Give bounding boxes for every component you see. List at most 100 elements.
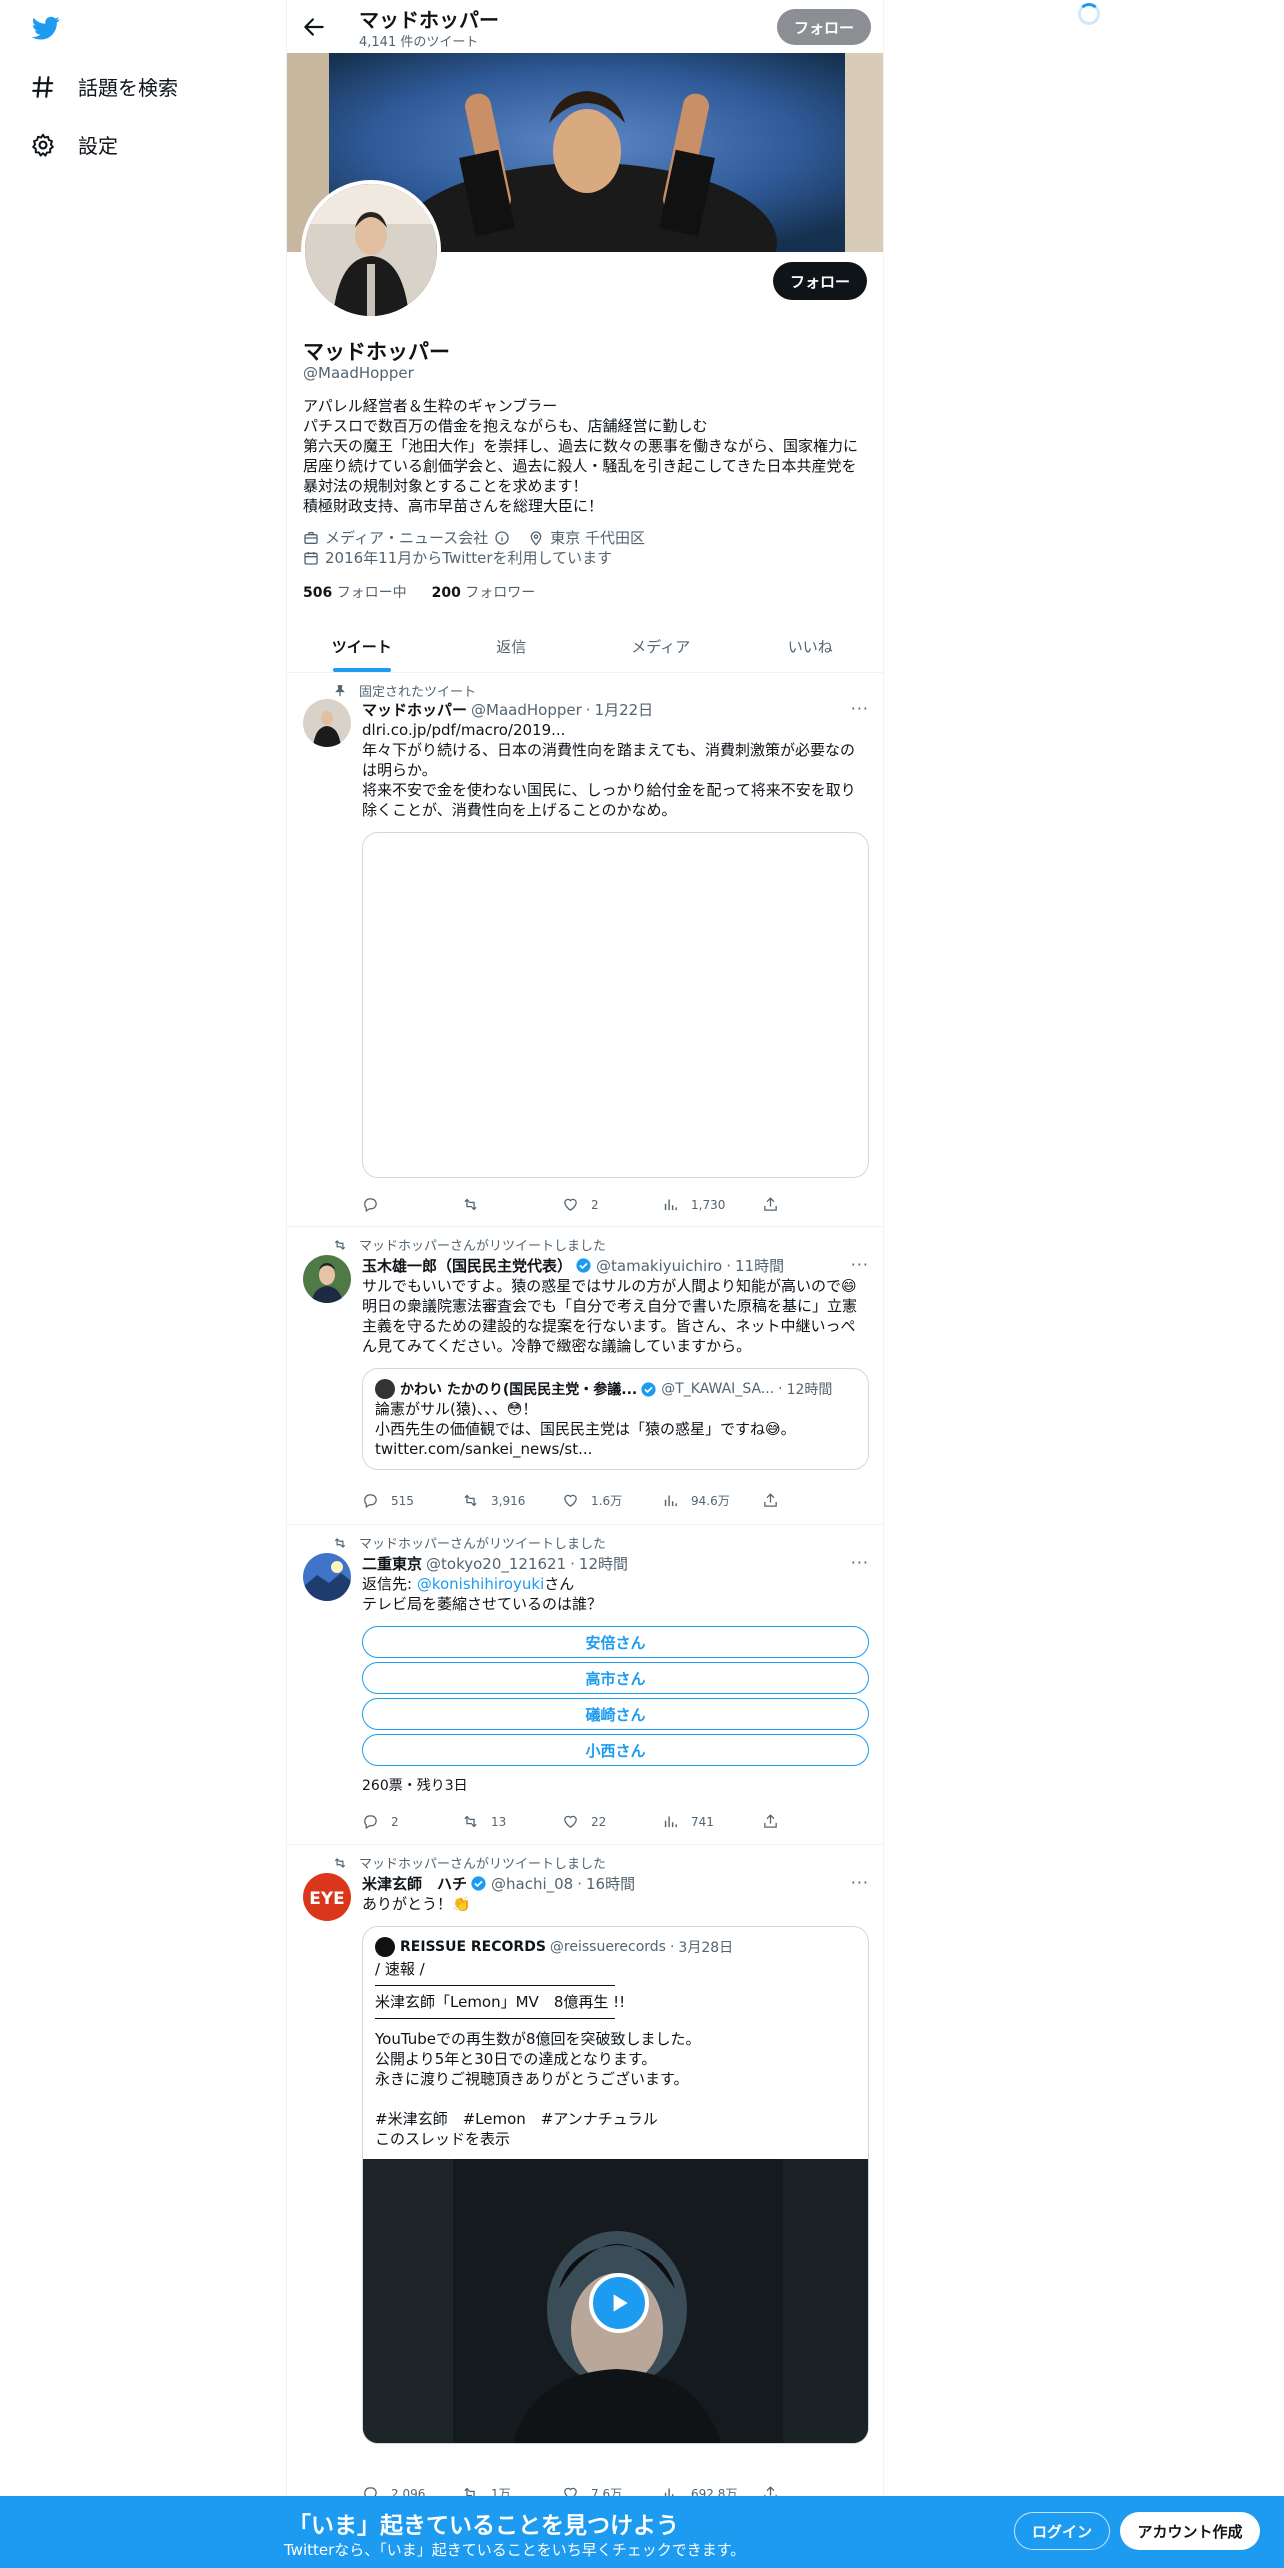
tab-media[interactable]: メディア bbox=[586, 620, 736, 672]
left-nav: 話題を検索 設定 bbox=[0, 0, 286, 2568]
create-account-button[interactable]: アカウント作成 bbox=[1120, 2512, 1260, 2550]
tweet-pinned[interactable]: 固定されたツイート マッドホッパー @MaadHopper · 1月22日 dl… bbox=[287, 673, 883, 1227]
tweet-avatar[interactable] bbox=[303, 1255, 351, 1303]
reply-button[interactable] bbox=[362, 1196, 462, 1213]
retweet-button[interactable] bbox=[462, 1196, 562, 1213]
svg-text:EYE: EYE bbox=[309, 1889, 345, 1909]
tweet-author-handle[interactable]: @MaadHopper bbox=[471, 701, 582, 719]
quote-author-name: REISSUE RECORDS bbox=[400, 1939, 546, 1955]
tweet-header: 米津玄師 ハチ @hachi_08 · 16時間 bbox=[362, 1873, 636, 1894]
more-options-icon[interactable]: ··· bbox=[851, 1553, 869, 1572]
views-chart-icon bbox=[664, 1199, 677, 1211]
retweet-icon bbox=[464, 1494, 477, 1507]
tweet-text-line: 除くことが、消費性向を上げることのかなめ。 bbox=[362, 801, 677, 819]
like-button[interactable]: 22 bbox=[562, 1813, 662, 1830]
tweet-author-handle[interactable]: @hachi_08 bbox=[491, 1875, 573, 1893]
tweet-time[interactable]: 12時間 bbox=[579, 1553, 628, 1574]
quote-author-handle: @reissuerecords bbox=[549, 1939, 666, 1955]
share-button[interactable] bbox=[762, 1813, 792, 1830]
poll: 安倍さん 高市さん 礒崎さん 小西さん bbox=[362, 1626, 869, 1766]
follow-button[interactable]: フォロー bbox=[773, 262, 867, 300]
tweet-header: 玉木雄一郎（国民民主党代表） @tamakiyuichiro · 11時間 bbox=[362, 1255, 785, 1276]
verified-badge-icon bbox=[641, 1381, 656, 1397]
pin-icon bbox=[335, 684, 345, 696]
quote-text-line: 論憲がサル(猿)、、、😳！ bbox=[375, 1400, 538, 1418]
share-button[interactable] bbox=[762, 1196, 792, 1213]
poll-option[interactable]: 礒崎さん bbox=[362, 1698, 869, 1730]
tweet-avatar[interactable] bbox=[303, 699, 351, 747]
header-follow-button[interactable]: フォロー bbox=[777, 9, 871, 45]
tweet-link[interactable]: dlri.co.jp/pdf/macro/2019... bbox=[362, 720, 869, 740]
heart-icon bbox=[564, 1198, 577, 1211]
like-count: 1.6万 bbox=[591, 1494, 623, 1508]
poll-option[interactable]: 小西さん bbox=[362, 1734, 869, 1766]
views-button[interactable]: 94.6万 bbox=[662, 1492, 762, 1509]
more-options-icon[interactable]: ··· bbox=[851, 1255, 869, 1274]
followers-link[interactable]: 200 フォロワー bbox=[432, 585, 536, 601]
heart-icon bbox=[564, 1815, 577, 1828]
share-button[interactable] bbox=[762, 1492, 792, 1509]
tweet-text: ありがとう！👏 bbox=[362, 1895, 471, 1913]
tweet-avatar[interactable] bbox=[303, 1553, 351, 1601]
quote-tweet[interactable]: かわい たかのり(国民民主党・参議... @T_KAWAI_SA... · 12… bbox=[362, 1368, 869, 1470]
tweet-author-handle[interactable]: @tamakiyuichiro bbox=[596, 1257, 722, 1275]
following-link[interactable]: 506 フォロー中 bbox=[303, 585, 407, 601]
quote-text-line: 米津玄師「Lemon」MV 8億再生 !! bbox=[375, 1993, 626, 2011]
retweet-icon bbox=[464, 1815, 477, 1828]
like-button[interactable]: 1.6万 bbox=[562, 1492, 662, 1509]
video-thumbnail[interactable] bbox=[363, 2159, 868, 2443]
like-button[interactable]: 2 bbox=[562, 1196, 662, 1213]
tweet-time[interactable]: 1月22日 bbox=[595, 699, 654, 720]
tweet-header: マッドホッパー @MaadHopper · 1月22日 bbox=[362, 699, 654, 720]
retweet-button[interactable]: 3,916 bbox=[462, 1492, 562, 1509]
tweet-retweet-tamaki[interactable]: マッドホッパーさんがリツイートしました 玉木雄一郎（国民民主党代表） @tama… bbox=[287, 1227, 883, 1525]
loading-spinner-icon bbox=[1078, 3, 1100, 25]
quote-link[interactable]: twitter.com/sankei_news/st... bbox=[375, 1439, 856, 1459]
reply-button[interactable]: 515 bbox=[362, 1492, 462, 1509]
tab-tweets[interactable]: ツイート bbox=[287, 620, 437, 672]
info-icon[interactable] bbox=[494, 530, 510, 546]
views-button[interactable]: 1,730 bbox=[662, 1196, 762, 1213]
reply-button[interactable]: 2 bbox=[362, 1813, 462, 1830]
tweet-avatar[interactable]: EYE bbox=[303, 1873, 351, 1921]
tweet-author-name[interactable]: 二重東京 bbox=[362, 1553, 422, 1574]
tweet-author-name[interactable]: 米津玄師 ハチ bbox=[362, 1873, 467, 1894]
poll-meta: 260票・残り3日 bbox=[362, 1778, 468, 1794]
more-options-icon[interactable]: ··· bbox=[851, 1873, 869, 1892]
tab-likes[interactable]: いいね bbox=[736, 620, 884, 672]
tweet-author-name[interactable]: マッドホッパー bbox=[362, 699, 467, 720]
tweet-time[interactable]: 16時間 bbox=[586, 1873, 635, 1894]
views-button[interactable]: 741 bbox=[662, 1813, 762, 1830]
tweet-context: マッドホッパーさんがリツイートしました bbox=[333, 1853, 606, 1872]
reply-to-handle[interactable]: @konishihiroyuki bbox=[417, 1575, 544, 1593]
quote-tweet[interactable]: REISSUE RECORDS @reissuerecords · 3月28日 … bbox=[362, 1926, 869, 2444]
play-button[interactable] bbox=[589, 2273, 649, 2333]
tweet-author-name[interactable]: 玉木雄一郎（国民民主党代表） bbox=[362, 1255, 572, 1276]
poll-option[interactable]: 安倍さん bbox=[362, 1626, 869, 1658]
tweet-retweet-yonezu[interactable]: マッドホッパーさんがリツイートしました EYE 米津玄師 ハチ @hachi_0… bbox=[287, 1845, 883, 2565]
back-arrow-icon[interactable] bbox=[301, 14, 327, 40]
poll-option[interactable]: 高市さん bbox=[362, 1662, 869, 1694]
profile-name: マッドホッパー bbox=[303, 340, 450, 364]
view-count: 741 bbox=[691, 1814, 714, 1829]
tweet-context-label: マッドホッパーさんがリツイートしました bbox=[359, 1239, 607, 1254]
show-thread-link[interactable]: このスレッドを表示 bbox=[375, 2129, 856, 2149]
nav-explore-label: 話題を検索 bbox=[78, 76, 178, 100]
tweet-author-handle[interactable]: @tokyo20_121621 bbox=[426, 1555, 566, 1573]
twitter-logo-icon[interactable] bbox=[30, 14, 62, 42]
tab-replies[interactable]: 返信 bbox=[437, 620, 587, 672]
reply-icon bbox=[364, 1815, 377, 1830]
retweet-button[interactable]: 13 bbox=[462, 1813, 562, 1830]
tweet-retweet-poll[interactable]: マッドホッパーさんがリツイートしました 二重東京 @tokyo20_121621… bbox=[287, 1525, 883, 1845]
login-button[interactable]: ログイン bbox=[1014, 2512, 1110, 2550]
quote-time: 3月28日 bbox=[678, 1940, 734, 1956]
tweet-time[interactable]: 11時間 bbox=[735, 1255, 784, 1276]
profile-avatar[interactable] bbox=[301, 180, 441, 320]
link-card-preview[interactable] bbox=[362, 832, 869, 1178]
nav-settings[interactable]: 設定 bbox=[30, 130, 118, 159]
briefcase-icon bbox=[304, 532, 318, 544]
profile-handle: @MaadHopper bbox=[303, 364, 414, 382]
nav-explore[interactable]: 話題を検索 bbox=[30, 72, 178, 101]
reply-icon bbox=[364, 1198, 377, 1213]
more-options-icon[interactable]: ··· bbox=[851, 699, 869, 718]
